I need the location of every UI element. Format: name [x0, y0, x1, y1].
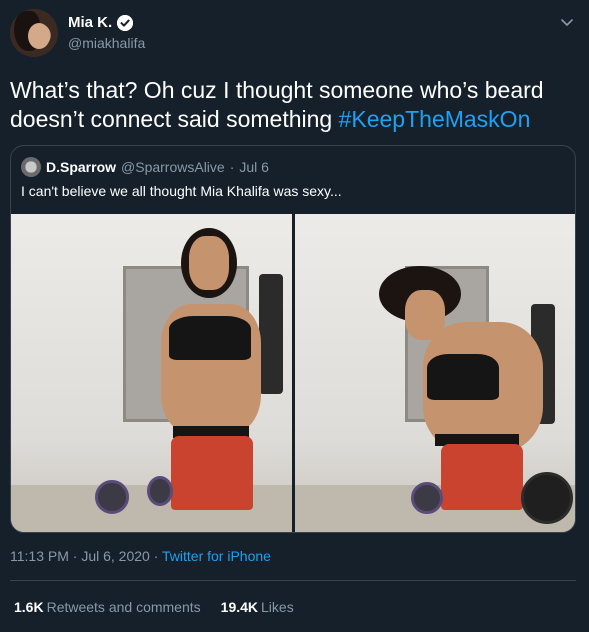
author-display-name[interactable]: Mia K. [68, 14, 112, 31]
gym-rack [259, 274, 283, 394]
quoted-display-name[interactable]: D.Sparrow [46, 159, 116, 175]
likes-stat[interactable]: 19.4K Likes [221, 599, 294, 615]
tweet: Mia K. @miakhalifa What’s that? Oh cuz I… [0, 0, 589, 632]
tweet-stats: 1.6K Retweets and comments 19.4K Likes [14, 599, 294, 615]
divider [10, 580, 576, 581]
ab-wheel [520, 472, 573, 524]
hashtag-link[interactable]: #KeepTheMaskOn [339, 106, 531, 132]
author-avatar[interactable] [10, 9, 58, 57]
figure-top [169, 316, 251, 360]
quoted-tweet-card[interactable]: D.Sparrow @SparrowsAlive · Jul 6 I can't… [10, 145, 576, 533]
retweets-label: Retweets and comments [46, 599, 201, 615]
figure-face [189, 236, 229, 290]
figure-top [426, 354, 499, 400]
quoted-media[interactable] [11, 214, 575, 532]
avatar-face [28, 23, 50, 49]
retweets-stat[interactable]: 1.6K Retweets and comments [14, 599, 201, 615]
quoted-header: D.Sparrow @SparrowsAlive · Jul 6 [21, 157, 269, 177]
verified-badge-icon [117, 14, 134, 31]
media-photo-right[interactable] [294, 214, 575, 532]
retweets-count: 1.6K [14, 599, 44, 615]
kettlebell [410, 482, 443, 514]
quoted-date[interactable]: Jul 6 [239, 159, 269, 175]
quoted-handle[interactable]: @SparrowsAlive [121, 159, 225, 175]
quoted-text: I can't believe we all thought Mia Khali… [21, 183, 342, 199]
figure-shorts [171, 436, 253, 510]
likes-label: Likes [261, 599, 294, 615]
quoted-avatar[interactable] [21, 157, 41, 177]
tweet-timestamp: 11:13 PM · Jul 6, 2020 · Twitter for iPh… [10, 548, 271, 564]
figure-shorts [440, 444, 523, 510]
likes-count: 19.4K [220, 599, 259, 615]
tweet-text: What’s that? Oh cuz I thought someone wh… [10, 76, 570, 134]
tweet-time[interactable]: 11:13 PM · Jul 6, 2020 · [10, 548, 162, 564]
author-handle[interactable]: @miakhalifa [68, 35, 145, 51]
kettlebell [147, 476, 173, 506]
media-photo-left[interactable] [11, 214, 292, 532]
kettlebell [95, 480, 129, 514]
quoted-separator: · [229, 159, 235, 175]
author-name-row: Mia K. [68, 14, 134, 31]
chevron-down-icon[interactable] [559, 14, 575, 30]
tweet-source-link[interactable]: Twitter for iPhone [162, 548, 271, 564]
